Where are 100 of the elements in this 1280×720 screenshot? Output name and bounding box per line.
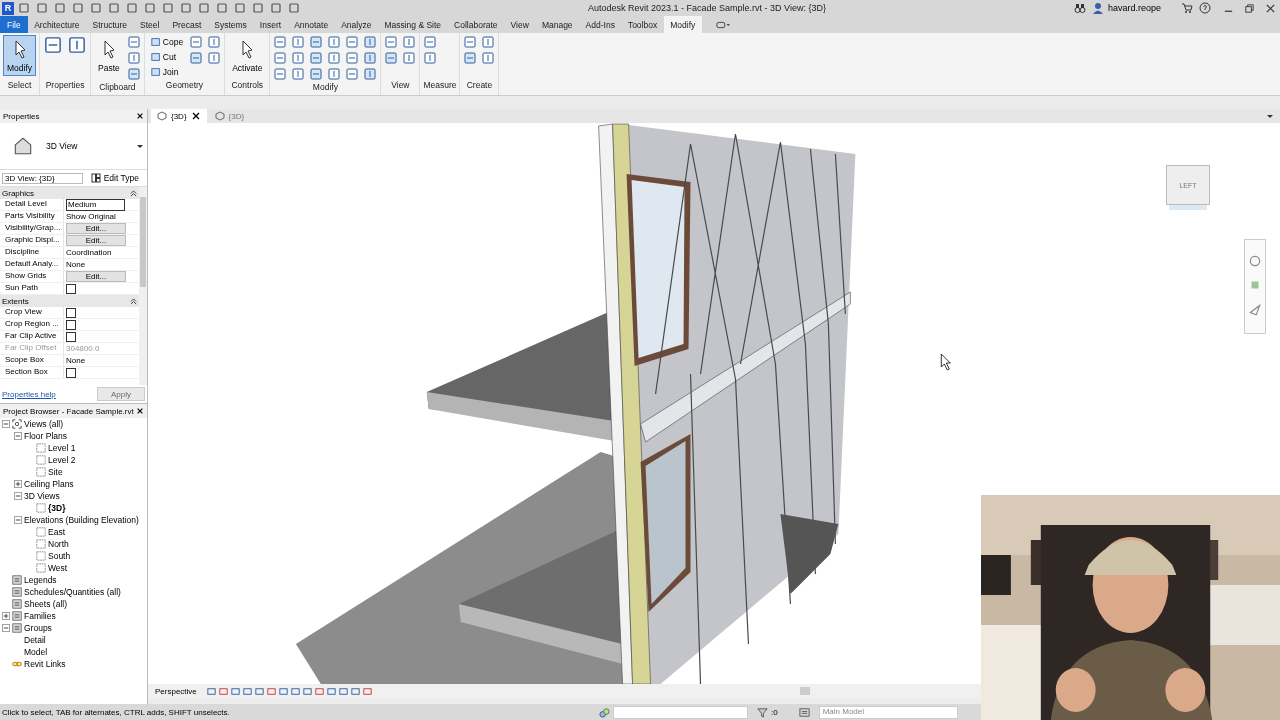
tool-icon[interactable] (363, 67, 378, 81)
browser-item[interactable]: West (48, 563, 68, 573)
expander-icon[interactable] (14, 516, 22, 524)
panel-label[interactable]: Clipboard (94, 81, 141, 97)
checkbox[interactable] (66, 319, 76, 330)
ribbon-tab[interactable]: Annotate (287, 16, 335, 33)
tool-icon[interactable] (327, 67, 342, 81)
ribbon-tab[interactable]: Modify (663, 16, 702, 33)
browser-item[interactable]: Level 2 (48, 455, 76, 465)
view-control-icon[interactable] (301, 685, 313, 697)
view-control-icon[interactable] (253, 685, 265, 697)
panel-label[interactable]: View (384, 79, 417, 95)
worksets-icon[interactable] (599, 706, 610, 718)
tool-icon[interactable] (126, 51, 141, 65)
view-tab[interactable]: {3D} (151, 109, 207, 123)
tool-icon[interactable] (291, 51, 306, 65)
expander-icon[interactable] (14, 480, 22, 488)
binoculars-icon[interactable] (1073, 2, 1086, 14)
design-options-icon[interactable] (798, 706, 810, 718)
browser-item[interactable]: East (48, 527, 65, 537)
toolbar-icon[interactable] (234, 2, 246, 14)
toolbar-icon[interactable] (90, 2, 102, 14)
expander-icon[interactable] (2, 624, 10, 632)
scrollbar-thumb[interactable] (799, 687, 810, 695)
ribbon-button[interactable]: Paste (94, 35, 124, 76)
close-icon[interactable] (1265, 2, 1276, 14)
value-field[interactable]: Medium (66, 198, 125, 211)
browser-item[interactable]: Views (all) (24, 419, 64, 429)
toolbar-icon[interactable] (72, 2, 84, 14)
view-tab[interactable]: {3D} (208, 109, 251, 123)
tool-icon[interactable] (345, 67, 360, 81)
view-control-icon[interactable] (205, 685, 217, 697)
tool-icon[interactable] (273, 35, 288, 49)
ribbon-button[interactable]: Join (147, 65, 187, 79)
view-control-icon[interactable] (313, 685, 325, 697)
toolbar-icon[interactable] (144, 2, 156, 14)
filter-icon[interactable] (757, 706, 768, 718)
browser-item[interactable]: 3D Views (24, 491, 60, 501)
tool-icon[interactable] (126, 67, 141, 81)
toolbar-icon[interactable] (270, 2, 282, 14)
help-icon[interactable] (1199, 2, 1211, 14)
ribbon-tab[interactable]: Massing & Site (377, 16, 448, 33)
toolbar-icon[interactable] (198, 2, 210, 14)
tool-icon[interactable] (67, 35, 88, 55)
browser-item[interactable]: Sheets (all) (24, 599, 67, 609)
tool-icon[interactable] (363, 51, 378, 65)
edit-type-button[interactable]: Edit Type (84, 172, 145, 184)
tool-icon[interactable] (402, 35, 417, 49)
toolbar-icon[interactable] (108, 2, 120, 14)
view-control-icon[interactable] (349, 685, 361, 697)
tool-icon[interactable] (327, 35, 342, 49)
view-control-icon[interactable] (337, 685, 349, 697)
browser-item[interactable]: Model (24, 647, 48, 657)
tool-icon[interactable] (384, 35, 399, 49)
ribbon-tab[interactable]: Add-Ins (579, 16, 622, 33)
model-dropdown[interactable]: Main Model (818, 705, 958, 719)
ribbon-tab[interactable]: Systems (207, 16, 254, 33)
tool-icon[interactable] (291, 67, 306, 81)
toolbar-icon[interactable] (162, 2, 174, 14)
checkbox[interactable] (66, 367, 76, 378)
tool-icon[interactable] (463, 35, 478, 49)
tool-icon[interactable] (423, 35, 438, 49)
ribbon-tab[interactable]: Manage (535, 16, 580, 33)
help-link[interactable]: Properties help (2, 389, 56, 399)
tool-icon[interactable] (363, 35, 378, 49)
navigation-bar[interactable] (1244, 239, 1266, 334)
tool-icon[interactable] (207, 51, 222, 65)
view-mode[interactable]: Perspective (155, 686, 197, 696)
tool-icon[interactable] (481, 51, 496, 65)
expander-icon[interactable] (2, 612, 10, 620)
tool-icon[interactable] (189, 35, 204, 49)
tool-icon[interactable] (345, 35, 360, 49)
close-icon[interactable] (136, 112, 144, 120)
tool-icon[interactable] (463, 51, 478, 65)
browser-item[interactable]: Schedules/Quantities (all) (24, 587, 121, 597)
toolbar-icon[interactable] (126, 2, 138, 14)
tool-icon[interactable] (291, 35, 306, 49)
tool-icon[interactable] (273, 51, 288, 65)
user-name[interactable]: havard.reope (1107, 3, 1161, 13)
ribbon-tab[interactable]: Insert (253, 16, 288, 33)
browser-item[interactable]: Site (48, 467, 63, 477)
toolbar-icon[interactable] (216, 2, 228, 14)
view-control-icon[interactable] (217, 685, 229, 697)
type-selector[interactable]: 3D View (0, 123, 147, 170)
browser-item[interactable]: Floor Plans (24, 431, 67, 441)
edit-button[interactable]: Edit... (66, 235, 126, 246)
tool-icon[interactable] (189, 51, 204, 65)
user-icon[interactable] (1091, 2, 1104, 14)
ribbon-button[interactable]: Modify (3, 35, 37, 76)
ribbon-tab[interactable]: Toolbox (621, 16, 664, 33)
close-icon[interactable] (136, 407, 144, 415)
expander-icon[interactable] (14, 432, 22, 440)
toolbar-icon[interactable] (36, 2, 48, 14)
tool-icon[interactable] (273, 67, 288, 81)
edit-button[interactable]: Edit... (66, 271, 126, 282)
view-control-icon[interactable] (265, 685, 277, 697)
close-icon[interactable] (190, 111, 201, 121)
browser-item[interactable]: Level 1 (48, 443, 76, 453)
tool-icon[interactable] (345, 51, 360, 65)
browser-item[interactable]: Detail (24, 635, 46, 645)
